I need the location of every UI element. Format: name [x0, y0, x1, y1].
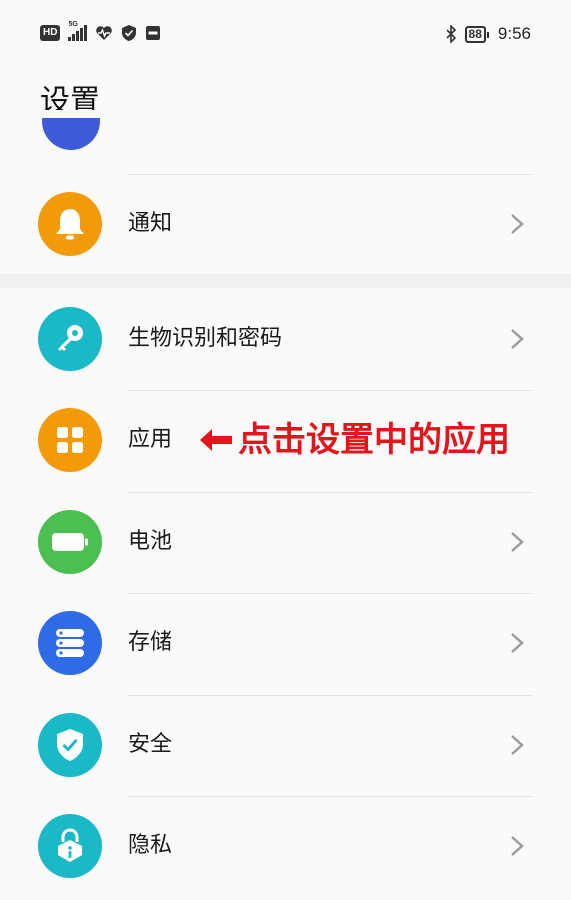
bell-icon [38, 192, 102, 256]
tutorial-annotation: 点击设置中的应用 [200, 420, 510, 460]
annotation-text: 点击设置中的应用 [238, 420, 510, 460]
settings-item-privacy[interactable]: 隐私 [0, 796, 571, 896]
chevron-right-icon [511, 735, 524, 755]
settings-item-label: 应用 [128, 427, 173, 452]
divider [128, 593, 533, 594]
shield-icon [122, 25, 137, 41]
settings-item-label: 安全 [128, 732, 173, 757]
chevron-right-icon [511, 214, 524, 234]
divider [128, 174, 533, 175]
settings-item-security[interactable]: 安全 [0, 695, 571, 795]
settings-item-label: 存储 [128, 630, 173, 655]
status-bar: HD 5G 88 9:56 [0, 0, 571, 70]
divider [128, 695, 533, 696]
apps-grid-icon [38, 408, 102, 472]
settings-item-label: 电池 [128, 529, 173, 554]
divider [128, 492, 533, 493]
lock-info-icon [38, 814, 102, 878]
chevron-right-icon [511, 633, 524, 653]
divider [128, 796, 533, 797]
arrow-left-icon [200, 429, 232, 451]
health-icon [96, 26, 113, 40]
battery-icon: 88 [464, 25, 490, 43]
hd-icon: HD [40, 25, 61, 41]
storage-icon [38, 611, 102, 675]
battery-icon [38, 510, 102, 574]
clock: 9:56 [497, 24, 531, 43]
chevron-right-icon [511, 329, 524, 349]
status-bar-right: 88 9:56 [445, 24, 531, 44]
settings-item-label: 通知 [128, 211, 173, 236]
partial-item-icon [42, 118, 100, 156]
network-label: 5G [68, 21, 78, 28]
divider [128, 390, 533, 391]
settings-item-storage[interactable]: 存储 [0, 593, 571, 693]
settings-item-label: 隐私 [128, 833, 173, 858]
shield-check-icon [38, 713, 102, 777]
settings-item-biometrics[interactable]: 生物识别和密码 [0, 289, 571, 389]
settings-item-notifications[interactable]: 通知 [0, 174, 571, 274]
status-bar-left: HD 5G [40, 21, 161, 42]
hms-icon [146, 26, 161, 40]
chevron-right-icon [511, 836, 524, 856]
key-icon [38, 307, 102, 371]
settings-item-battery[interactable]: 电池 [0, 492, 571, 592]
group-separator [0, 274, 571, 288]
chevron-right-icon [511, 532, 524, 552]
signal-icon: 5G [68, 21, 88, 41]
settings-item-label: 生物识别和密码 [128, 326, 283, 351]
bluetooth-icon [445, 25, 456, 43]
